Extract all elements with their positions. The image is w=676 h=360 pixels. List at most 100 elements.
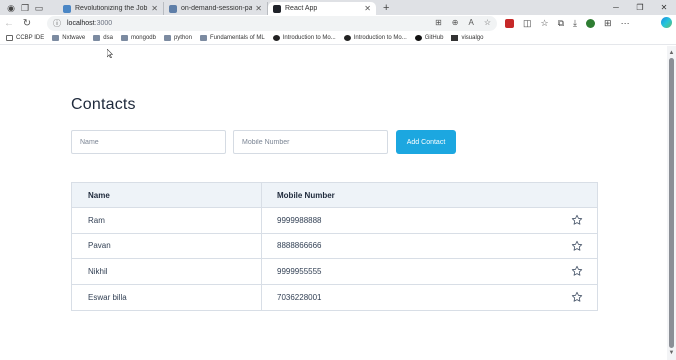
extension-icon[interactable] (505, 19, 514, 28)
browser-essentials-icon[interactable] (586, 19, 596, 28)
bookmark-label: Nxtwave (62, 35, 86, 41)
profile-icon[interactable]: ◉ (6, 3, 16, 13)
table-row: Pavan 8888866666 (72, 233, 597, 259)
contacts-table: Name Mobile Number Ram 9999988888 Pavan … (71, 182, 598, 311)
collections-icon[interactable]: ⧉ (558, 18, 564, 29)
favorite-icon[interactable]: ☆ (484, 18, 491, 27)
bookmark-visualgo[interactable]: visualgo (451, 35, 483, 41)
bookmark-fundamentals-ml[interactable]: Fundamentals of ML (199, 35, 265, 41)
downloads-icon[interactable]: ⤓ (573, 18, 577, 29)
bookmark-mongodb[interactable]: mongodb (120, 35, 156, 41)
bookmark-label: python (173, 35, 192, 41)
column-header-name: Name (72, 183, 262, 207)
table-row: Nikhil 9999955555 (72, 259, 597, 285)
bookmark-dsa[interactable]: dsa (93, 35, 113, 41)
copilot-icon[interactable] (661, 17, 672, 28)
table-row: Eswar billa 7036228001 (72, 284, 597, 311)
mobile-cell: 9999955555 (262, 259, 597, 284)
workspaces-icon[interactable]: ❐ (20, 3, 30, 13)
folder-icon (6, 35, 13, 41)
tab-actions-icon[interactable]: ▭ (34, 3, 44, 13)
tab-on-demand-session[interactable]: on-demand-session-part-2 - Go ✕ (164, 2, 268, 15)
column-header-mobile: Mobile Number (277, 190, 335, 200)
address-host: localhost (67, 20, 95, 27)
contact-name: Pavan (88, 241, 111, 251)
bookmark-label: Introduction to Mo... (353, 35, 407, 41)
bookmark-label: visualgo (461, 35, 484, 41)
tab-favicon-icon (63, 4, 71, 13)
bookmark-intro-1[interactable]: Introduction to Mo... (272, 35, 336, 41)
star-icon[interactable] (571, 265, 583, 277)
bookmark-label: GitHub (424, 35, 444, 41)
scroll-up-icon[interactable]: ▲ (668, 50, 675, 56)
bookmark-label: Fundamentals of ML (209, 35, 265, 41)
bookmark-icon (343, 35, 351, 41)
add-contact-button[interactable]: Add Contact (396, 130, 456, 154)
bookmark-python[interactable]: python (163, 35, 192, 41)
bookmark-github[interactable]: GitHub (414, 35, 444, 41)
address-bar[interactable]: ⓘ localhost:3000 ⊞ ⊕ A ☆ (47, 16, 497, 31)
bookmark-nxtwave[interactable]: Nxtwave (52, 35, 85, 41)
refresh-icon[interactable]: ↻ (18, 18, 36, 29)
star-icon[interactable] (571, 240, 583, 252)
bookmark-icon (120, 35, 128, 41)
contact-mobile: 8888866666 (277, 241, 322, 251)
close-tab-icon[interactable]: ✕ (255, 4, 262, 13)
table-header: Name Mobile Number (72, 183, 597, 208)
tab-job-market[interactable]: Revolutionizing the Job Market | ✕ (58, 2, 164, 15)
bookmark-icon (451, 35, 459, 41)
restore-icon[interactable]: ❐ (628, 0, 652, 15)
bookmark-icon (93, 35, 101, 41)
scrollbar-thumb[interactable] (669, 58, 674, 348)
table-row: Ram 9999988888 (72, 208, 597, 234)
mobile-number-input[interactable] (233, 130, 388, 154)
github-icon (414, 35, 422, 41)
contact-name: Eswar billa (88, 292, 127, 302)
name-cell: Ram (72, 208, 262, 233)
scrollbar[interactable]: ▲ ▼ (667, 46, 676, 360)
scroll-down-icon[interactable]: ▼ (668, 350, 675, 356)
contact-mobile: 9999988888 (277, 215, 322, 225)
bookmark-label: mongodb (130, 35, 156, 41)
back-icon[interactable]: ← (0, 18, 18, 29)
browser-toolbar: ← ↻ ⓘ localhost:3000 ⊞ ⊕ A ☆ ◫ ☆ ⧉ ⤓ ⊞ ⋯ (0, 15, 676, 32)
mobile-cell: 9999988888 (262, 208, 597, 233)
bookmark-icon (199, 35, 207, 41)
window-controls: ─ ❐ ✕ (604, 0, 676, 15)
close-tab-icon[interactable]: ✕ (364, 4, 371, 13)
address-bar-icons: ⊞ ⊕ A ☆ (435, 18, 491, 27)
zoom-icon[interactable]: ⊕ (452, 18, 459, 27)
contact-mobile: 9999955555 (277, 266, 322, 276)
tab-favicon-icon (169, 4, 177, 13)
new-tab-icon[interactable]: + (383, 2, 389, 14)
address-port: :3000 (94, 20, 113, 27)
bookmark-ccbp-ide[interactable]: CCBP IDE (6, 35, 44, 41)
bookmark-intro-2[interactable]: Introduction to Mo... (343, 35, 407, 41)
star-icon[interactable] (571, 291, 583, 303)
close-window-icon[interactable]: ✕ (652, 0, 676, 15)
favorites-icon[interactable]: ☆ (541, 18, 549, 29)
minimize-icon[interactable]: ─ (604, 0, 628, 15)
star-icon[interactable] (571, 214, 583, 226)
tab-title: React App (285, 5, 318, 12)
tab-title: on-demand-session-part-2 - Go (181, 5, 253, 12)
bookmark-icon (163, 35, 171, 41)
window-icons: ◉ ❐ ▭ (0, 3, 58, 13)
site-info-icon[interactable]: ⓘ (53, 18, 61, 29)
read-aloud-icon[interactable]: A (468, 18, 473, 27)
close-tab-icon[interactable]: ✕ (151, 4, 158, 13)
split-screen-icon[interactable]: ◫ (523, 18, 532, 29)
tab-react-app[interactable]: React App ✕ (268, 2, 376, 15)
more-icon[interactable]: ⋯ (621, 18, 630, 29)
tab-strip: ◉ ❐ ▭ Revolutionizing the Job Market | ✕… (0, 0, 676, 15)
name-cell: Eswar billa (72, 284, 262, 310)
name-cell: Nikhil (72, 259, 262, 284)
apps-icon[interactable]: ⊞ (435, 18, 442, 27)
bookmarks-bar: CCBP IDE Nxtwave dsa mongodb python Fund… (0, 32, 676, 45)
extensions-icon[interactable]: ⊞ (604, 18, 612, 29)
contact-mobile: 7036228001 (277, 292, 322, 302)
tab-title: Revolutionizing the Job Market | (75, 5, 148, 12)
mobile-cell: 7036228001 (262, 285, 597, 311)
name-input[interactable] (71, 130, 226, 154)
toolbar-icons: ◫ ☆ ⧉ ⤓ ⊞ ⋯ (505, 16, 630, 31)
